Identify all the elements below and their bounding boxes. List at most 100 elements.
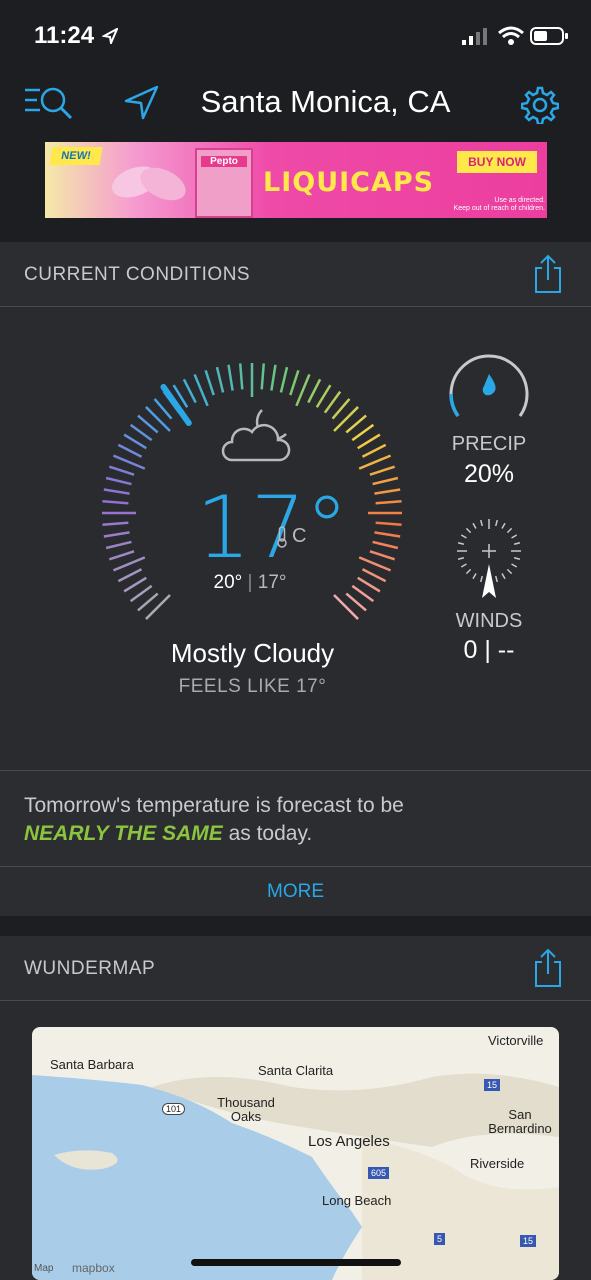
- ad-fine-print: Use as directed. Keep out of reach of ch…: [415, 197, 545, 213]
- high-temp: 20°: [213, 572, 243, 593]
- dial-tick: [331, 398, 351, 420]
- compass-tick: [506, 568, 513, 575]
- ad-product-image: [111, 166, 186, 201]
- dial-tick: [145, 594, 171, 620]
- forecast-highlight: NEARLY THE SAME: [24, 822, 223, 845]
- current-conditions-title: CURRENT CONDITIONS: [24, 264, 251, 285]
- mapbox-logo: mapbox: [72, 1261, 115, 1275]
- dial-tick: [105, 476, 132, 486]
- temperature-unit[interactable]: C: [292, 525, 306, 548]
- compass-tick: [465, 568, 472, 575]
- dial-tick: [103, 531, 130, 538]
- dial-tick: [369, 465, 396, 476]
- home-indicator: [191, 1259, 401, 1266]
- ad-cta-button[interactable]: BUY NOW: [457, 151, 537, 173]
- winds-value: 0 | --: [463, 636, 515, 664]
- dial-tick: [193, 373, 209, 407]
- dial-tick: [137, 414, 159, 434]
- ad-fine-1: Use as directed.: [494, 197, 545, 204]
- map-label-santa-clarita: Santa Clarita: [258, 1063, 334, 1078]
- dial-tick: [105, 540, 132, 550]
- current-temperature: 17°: [196, 478, 349, 578]
- ad-banner[interactable]: NEW! Pepto LIQUICAPS BUY NOW Use as dire…: [45, 142, 547, 218]
- dial-tick: [345, 414, 367, 434]
- dial-tick: [372, 540, 399, 550]
- compass-tick: [479, 519, 483, 527]
- dial-tick: [153, 398, 173, 420]
- ad-product-pack: Pepto: [195, 148, 253, 218]
- map-label-los-angeles: Los Angeles: [308, 1133, 390, 1150]
- dial-tick: [295, 373, 311, 407]
- feels-like: FEELS LIKE 17°: [178, 676, 327, 697]
- map-label-santa-barbara: Santa Barbara: [50, 1057, 134, 1072]
- dial-tick: [375, 499, 402, 505]
- dial-tick: [333, 406, 359, 432]
- status-time: 11:24: [34, 22, 95, 49]
- dial-tick: [374, 531, 401, 538]
- dial-tick: [137, 592, 159, 612]
- compass-tick: [501, 522, 506, 529]
- share-icon[interactable]: [534, 948, 562, 988]
- more-button[interactable]: MORE: [0, 866, 591, 917]
- ad-fine-2: Keep out of reach of children.: [453, 205, 545, 212]
- dial-tick: [103, 488, 130, 495]
- high-low: 20° | 17°: [213, 572, 287, 593]
- highway-5-badge: 5: [434, 1233, 446, 1245]
- dial-tick: [279, 366, 289, 393]
- dial-tick: [351, 423, 375, 442]
- ad-badge: NEW!: [49, 147, 103, 165]
- dial-tick: [289, 369, 300, 396]
- dial-tick: [315, 384, 332, 408]
- dial-tick: [102, 521, 129, 527]
- dial-tick: [108, 550, 135, 561]
- compass-tick: [479, 575, 483, 583]
- dial-tick: [270, 364, 277, 391]
- dial-tick: [307, 378, 322, 404]
- dial-tick: [215, 366, 225, 393]
- ad-title: LIQUICAPS: [263, 167, 435, 198]
- dial-tick: [345, 592, 367, 612]
- compass-tick: [513, 557, 521, 561]
- compass-tick: [511, 534, 518, 539]
- wundermap-title: WUNDERMAP: [24, 958, 156, 979]
- compass-tick: [460, 534, 467, 539]
- dial-tick: [361, 443, 387, 458]
- dial-tick: [145, 406, 171, 432]
- wind-compass-icon: [457, 519, 521, 598]
- dial-tick: [117, 443, 143, 458]
- dial-tick: [260, 363, 266, 390]
- compass-tick: [495, 519, 499, 527]
- forecast-prefix: Tomorrow's temperature is forecast to be: [24, 794, 404, 817]
- dial-tick: [369, 550, 396, 561]
- precip-gauge-icon: [449, 354, 529, 418]
- thermometer-icon: [277, 526, 287, 548]
- compass-tick: [501, 573, 506, 580]
- forecast-suffix: as today.: [222, 822, 313, 845]
- precip-label: PRECIP: [451, 433, 527, 455]
- dial-tick: [129, 423, 153, 442]
- compass-tick: [506, 527, 513, 534]
- compass-tick: [513, 541, 521, 545]
- dial-tick: [323, 390, 342, 414]
- highway-605-badge: 605: [368, 1167, 390, 1179]
- compass-center: [482, 544, 496, 558]
- location-title[interactable]: Santa Monica, CA: [0, 84, 591, 120]
- signal-icon: [462, 28, 487, 45]
- map-label-thousand-oaks: Thousand Oaks: [217, 1095, 275, 1124]
- settings-gear-icon[interactable]: [521, 86, 559, 124]
- map-label-victorville: Victorville: [488, 1033, 544, 1048]
- battery-icon: [530, 27, 568, 45]
- low-temp: 17°: [257, 572, 287, 593]
- wundermap-map[interactable]: Victorville Santa Barbara Santa Clarita …: [32, 1027, 559, 1280]
- dial-tick: [123, 433, 147, 450]
- precip-value: 20%: [463, 460, 515, 488]
- highway-15-south-badge: 15: [520, 1235, 537, 1247]
- winds-label: WINDS: [455, 610, 523, 632]
- dial-tick: [358, 454, 392, 470]
- map-attribution: Map: [34, 1263, 54, 1274]
- share-icon[interactable]: [534, 254, 562, 294]
- dial-tick: [182, 378, 197, 404]
- compass-tick: [472, 573, 477, 580]
- section-divider: [0, 916, 591, 936]
- dial-tick: [374, 488, 401, 495]
